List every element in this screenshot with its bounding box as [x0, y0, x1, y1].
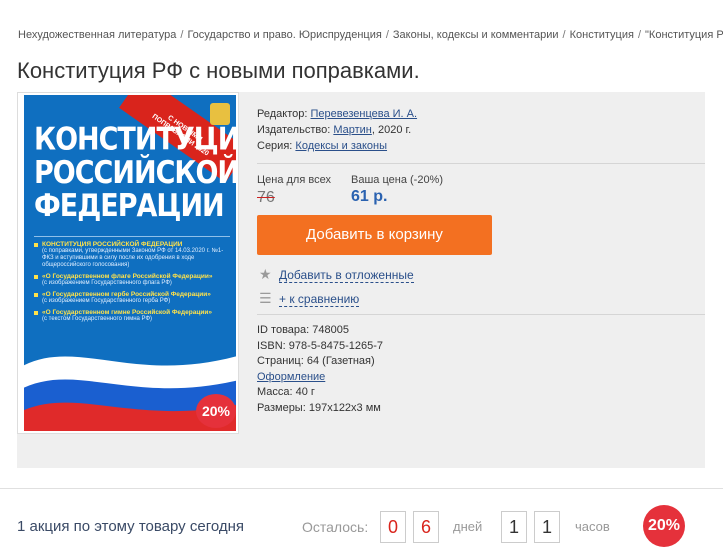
breadcrumb-separator: /: [180, 29, 184, 41]
discount-badge: 20%: [196, 394, 236, 428]
promo-badge: 20%: [643, 505, 685, 547]
publisher-row: Издательство: Мартин, 2020 г.: [257, 124, 417, 140]
cover-item-title: КОНСТИТУЦИЯ РОССИЙСКОЙ ФЕДЕРАЦИИ: [42, 241, 183, 248]
spec-row: Страниц: 64 (Газетная): [257, 355, 383, 371]
spec-label: Размеры:: [257, 401, 306, 414]
cover-item: «О Государственном гимне Российской Феде…: [34, 309, 230, 323]
cover-item-title: «О Государственном гимне Российской Феде…: [42, 309, 212, 316]
spec-row: ISBN: 978-5-8475-1265-7: [257, 340, 383, 356]
page-title: Конституция РФ с новыми поправками.: [17, 58, 420, 83]
breadcrumb-item[interactable]: Конституция: [570, 29, 634, 41]
breadcrumb-separator: /: [562, 29, 566, 41]
cover-contents: КОНСТИТУЦИЯ РОССИЙСКОЙ ФЕДЕРАЦИИ (с попра…: [34, 236, 230, 332]
spec-label: ID товара:: [257, 324, 310, 336]
promo-text[interactable]: 1 акция по этому товару сегодня: [17, 518, 244, 535]
cover-item-title: «О Государственном гербе Российской Феде…: [42, 291, 211, 298]
series-row: Серия: Кодексы и законы: [257, 140, 417, 156]
publisher-year: , 2020 г.: [371, 124, 412, 136]
publisher-link[interactable]: Мартин: [333, 124, 372, 136]
cover-title: КОНСТИТУЦИЯ РОССИЙСКОЙ ФЕДЕРАЦИИ: [34, 123, 236, 223]
compare-action[interactable]: ☰ + к сравнению: [259, 290, 360, 307]
breadcrumb-item[interactable]: Государство и право. Юриспруденция: [187, 29, 381, 41]
cover-title-line: ФЕДЕРАЦИИ: [34, 188, 225, 225]
spec-label: Страниц:: [257, 355, 304, 367]
old-price: 76: [257, 189, 275, 206]
cover-item: «О Государственном гербе Российской Феде…: [34, 291, 230, 305]
countdown-digit: 1: [501, 511, 527, 543]
publisher-label: Издательство:: [257, 124, 331, 136]
divider: [257, 314, 705, 315]
countdown-label: Осталось:: [302, 519, 369, 535]
cover-artwork: С НОВЫМИ ПОПРАВКАМИ 2020 КОНСТИТУЦИЯ РОС…: [24, 95, 236, 431]
spec-row: Размеры: 197x122x3 мм: [257, 402, 383, 418]
countdown-digit: 1: [534, 511, 560, 543]
cover-item-sub: (с изображением Государственного флага Р…: [42, 280, 172, 286]
book-cover[interactable]: С НОВЫМИ ПОПРАВКАМИ 2020 КОНСТИТУЦИЯ РОС…: [17, 92, 239, 434]
book-specs: ID товара: 748005 ISBN: 978-5-8475-1265-…: [257, 324, 383, 417]
breadcrumb-item[interactable]: Нехудожественная литература: [18, 29, 176, 41]
countdown-digit: 6: [413, 511, 439, 543]
divider: [257, 163, 705, 164]
new-price: 61 р.: [351, 188, 388, 205]
spec-row: ID товара: 748005: [257, 324, 383, 340]
spec-label: ISBN:: [257, 339, 286, 352]
spec-row: Оформление: [257, 371, 383, 387]
spec-row: Масса: 40 г: [257, 386, 383, 402]
editor-link[interactable]: Перевезенцева И. А.: [310, 108, 417, 120]
spec-value: 748005: [312, 324, 349, 336]
price-all-label: Цена для всех: [257, 174, 331, 186]
spec-value: 64 (Газетная): [306, 355, 375, 367]
design-link[interactable]: Оформление: [257, 371, 325, 383]
breadcrumb-separator: /: [385, 29, 389, 41]
star-icon: ★: [259, 266, 272, 282]
editor-row: Редактор: Перевезенцева И. А.: [257, 108, 417, 124]
wishlist-action[interactable]: ★ Добавить в отложенные: [259, 266, 414, 283]
series-link[interactable]: Кодексы и законы: [295, 140, 387, 152]
breadcrumb-item-current: "Конституция РФ с: [645, 29, 723, 41]
cover-item-sub: (с текстом Государственного гимна РФ): [42, 316, 153, 322]
countdown-unit-days: дней: [453, 519, 483, 534]
spec-value: 197x122x3 мм: [308, 401, 381, 414]
spec-label: Масса:: [257, 386, 293, 398]
book-meta: Редактор: Перевезенцева И. А. Издательст…: [257, 108, 417, 156]
breadcrumb: Нехудожественная литература / Государство …: [18, 29, 723, 41]
divider: [0, 488, 723, 489]
cover-title-line: КОНСТИТУЦИЯ: [34, 121, 236, 158]
list-icon: ☰: [259, 290, 272, 306]
spec-value: 978-5-8475-1265-7: [288, 339, 383, 352]
price-your-label: Ваша цена (-20%): [351, 174, 444, 186]
cover-item-sub: (с изображением Государственного герба Р…: [42, 298, 171, 304]
editor-label: Редактор:: [257, 108, 308, 120]
compare-link[interactable]: + к сравнению: [279, 292, 360, 307]
spec-value: 40 г: [295, 386, 315, 398]
series-label: Серия:: [257, 140, 293, 152]
breadcrumb-item[interactable]: Законы, кодексы и комментарии: [393, 29, 559, 41]
add-to-cart-button[interactable]: Добавить в корзину: [257, 215, 492, 255]
cover-item: «О Государственном флаге Российской Феде…: [34, 273, 230, 287]
cover-item-title: «О Государственном флаге Российской Феде…: [42, 273, 213, 280]
cover-title-line: РОССИЙСКОЙ: [34, 155, 236, 191]
wishlist-link[interactable]: Добавить в отложенные: [279, 268, 414, 283]
cover-item: КОНСТИТУЦИЯ РОССИЙСКОЙ ФЕДЕРАЦИИ (с попра…: [34, 241, 230, 269]
countdown-digit: 0: [380, 511, 406, 543]
breadcrumb-separator: /: [637, 29, 642, 41]
countdown-unit-hours: часов: [575, 519, 610, 534]
cover-item-sub: (с поправками, утвержденными Законом РФ …: [42, 248, 224, 268]
